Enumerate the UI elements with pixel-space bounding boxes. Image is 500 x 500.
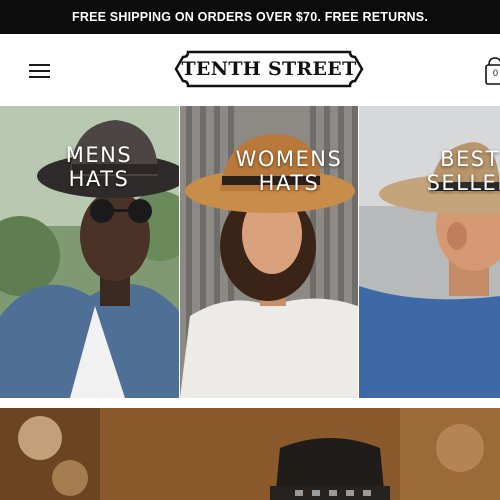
logo-text: TENTH STREET [181, 58, 357, 80]
tile-best-line1: BEST [440, 147, 500, 171]
tile-best-line2: SELLER [426, 171, 500, 195]
tile-label-best-seller: BEST SELLER [425, 147, 500, 195]
tile-mens-hats[interactable]: MENS HATS [0, 106, 179, 398]
tile-womens-hats[interactable]: WOMENS HATS [180, 106, 358, 398]
tile-mens-line1: MENS [65, 143, 133, 167]
hamburger-menu-icon[interactable] [29, 64, 51, 78]
cart-count: 0 [493, 68, 499, 78]
announcement-bar: FREE SHIPPING ON ORDERS OVER $70. FREE R… [0, 0, 500, 34]
category-tiles: MENS HATS WOMENS HATS BEST SELLE [0, 106, 500, 400]
tile-label-mens: MENS HATS [58, 143, 140, 191]
tile-womens-line2: HATS [258, 171, 320, 195]
announcement-text: FREE SHIPPING ON ORDERS OVER $70. FREE R… [72, 10, 428, 24]
site-header: TENTH STREET 0 [0, 34, 500, 106]
tile-label-womens: WOMENS HATS [234, 147, 344, 195]
hero-banner-photo [0, 408, 500, 500]
site-logo[interactable]: TENTH STREET [174, 49, 364, 89]
tile-mens-line2: HATS [68, 167, 130, 191]
tile-best-seller[interactable]: BEST SELLER [359, 106, 500, 398]
tile-womens-line1: WOMENS [235, 147, 343, 171]
hero-banner[interactable] [0, 408, 500, 500]
shopping-bag-icon[interactable]: 0 [485, 56, 500, 86]
